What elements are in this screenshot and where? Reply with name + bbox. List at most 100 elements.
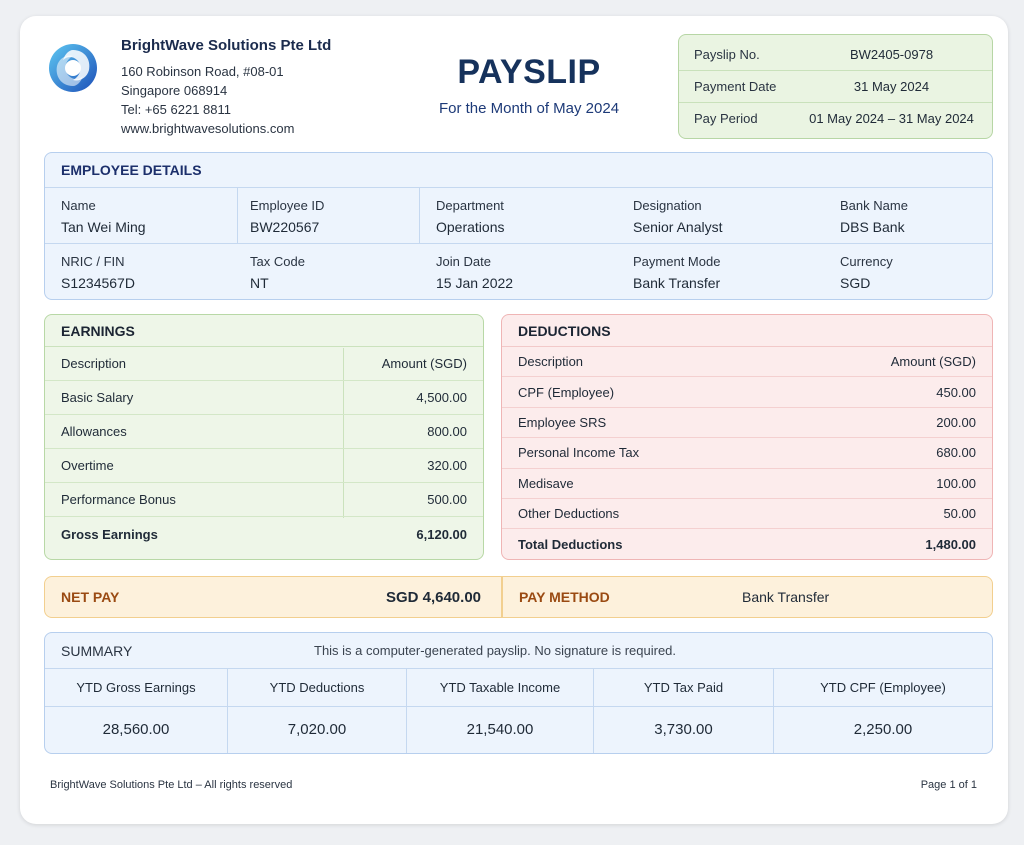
net-pay-box: NET PAY SGD 4,640.00 <box>44 576 502 618</box>
table-row: Performance Bonus 500.00 <box>45 483 483 517</box>
row-description: Allowances <box>61 424 127 439</box>
row-amount: 320.00 <box>427 458 467 473</box>
row-amount: 500.00 <box>427 492 467 507</box>
meta-value: 31 May 2024 <box>853 79 930 94</box>
row-description: Basic Salary <box>61 390 134 405</box>
row-amount: 4,500.00 <box>416 390 467 405</box>
field-label: Bank Name <box>840 198 908 213</box>
field-label: Designation <box>633 198 702 213</box>
payslip-meta-box: Payslip No. BW2405-0978 Payment Date 31 … <box>678 34 993 139</box>
field-value: Operations <box>436 219 505 235</box>
row-description: Other Deductions <box>518 506 620 522</box>
row-description: Personal Income Tax <box>518 445 640 461</box>
summary-value: 7,020.00 <box>287 721 347 738</box>
summary-label: YTD Deductions <box>228 669 406 707</box>
field-label: Join Date <box>436 254 491 269</box>
summary-ytd-cpf: YTD CPF (Employee) 2,250.00 <box>774 669 992 753</box>
title-block: PAYSLIP For the Month of May 2024 <box>400 52 658 117</box>
footer-page-number: Page 1 of 1 <box>920 779 977 791</box>
earnings-total-row: Gross Earnings 6,120.00 <box>45 517 483 551</box>
summary-value: 28,560.00 <box>102 721 170 738</box>
table-row: Employee SRS 200.00 <box>502 408 992 439</box>
field-currency: Currency SGD <box>840 254 893 291</box>
summary-value: 2,250.00 <box>853 721 913 738</box>
summary-header: SUMMARY This is a computer-generated pay… <box>45 633 992 669</box>
total-label: Gross Earnings <box>61 526 158 542</box>
summary-note: This is a computer-generated payslip. No… <box>314 643 677 658</box>
deductions-total-row: Total Deductions 1,480.00 <box>502 529 992 559</box>
company-name: BrightWave Solutions Pte Ltd <box>121 37 332 54</box>
table-row: Basic Salary 4,500.00 <box>45 381 483 415</box>
column-header-description: Description <box>61 356 127 371</box>
column-header-amount: Amount (SGD) <box>381 356 467 371</box>
company-info: BrightWave Solutions Pte Ltd 160 Robinso… <box>121 37 331 138</box>
row-amount: 200.00 <box>936 414 976 430</box>
field-join-date: Join Date 15 Jan 2022 <box>436 254 513 291</box>
meta-row-pay-period: Pay Period 01 May 2024 – 31 May 2024 <box>679 102 992 134</box>
net-pay-label: NET PAY <box>61 589 120 605</box>
row-description: Performance Bonus <box>61 492 176 507</box>
meta-label: Payslip No. <box>694 46 760 62</box>
summary-label: YTD Taxable Income <box>407 669 593 707</box>
employee-details-heading: EMPLOYEE DETAILS <box>45 153 992 188</box>
table-row: Overtime 320.00 <box>45 449 483 483</box>
field-employee-id: Employee ID BW220567 <box>250 198 324 235</box>
field-label: Tax Code <box>250 254 305 269</box>
field-tax-code: Tax Code NT <box>250 254 305 291</box>
meta-row-payment-date: Payment Date 31 May 2024 <box>679 70 992 102</box>
page-title: PAYSLIP <box>457 53 601 91</box>
summary-section: SUMMARY This is a computer-generated pay… <box>44 632 993 754</box>
field-value: Senior Analyst <box>633 219 723 235</box>
field-value: SGD <box>840 275 871 291</box>
row-description: Employee SRS <box>518 414 607 430</box>
deductions-section: DEDUCTIONS Description Amount (SGD) CPF … <box>501 314 993 560</box>
table-row: CPF (Employee) 450.00 <box>502 377 992 408</box>
pay-method-value: Bank Transfer <box>742 589 830 605</box>
field-value: DBS Bank <box>840 219 905 235</box>
meta-value: BW2405-0978 <box>849 46 934 62</box>
table-row: Medisave 100.00 <box>502 469 992 499</box>
earnings-section: EARNINGS Description Amount (SGD) Basic … <box>44 314 484 560</box>
row-description: Overtime <box>61 458 114 473</box>
summary-ytd-taxable: YTD Taxable Income 21,540.00 <box>407 669 594 753</box>
field-value: 15 Jan 2022 <box>436 275 514 291</box>
table-row: Allowances 800.00 <box>45 415 483 449</box>
field-designation: Designation Senior Analyst <box>633 198 723 235</box>
footer-copyright: BrightWave Solutions Pte Ltd – All right… <box>50 779 293 791</box>
field-label: Currency <box>840 254 893 269</box>
row-description: Medisave <box>518 475 574 491</box>
field-label: Name <box>61 198 96 213</box>
meta-label: Payment Date <box>694 79 777 94</box>
meta-row-payslip-no: Payslip No. BW2405-0978 <box>679 38 992 70</box>
summary-ytd-gross: YTD Gross Earnings 28,560.00 <box>45 669 228 753</box>
earnings-heading: EARNINGS <box>45 315 483 347</box>
table-row: Personal Income Tax 680.00 <box>502 438 992 469</box>
field-label: Payment Mode <box>633 254 721 269</box>
row-amount: 450.00 <box>936 384 976 400</box>
meta-label: Pay Period <box>694 111 758 126</box>
pay-method-box: PAY METHOD Bank Transfer <box>502 576 993 618</box>
company-website: www.brightwavesolutions.com <box>121 121 295 136</box>
summary-ytd-tax-paid: YTD Tax Paid 3,730.00 <box>594 669 774 753</box>
field-name: Name Tan Wei Ming <box>61 198 146 235</box>
column-header-amount: Amount (SGD) <box>890 354 976 370</box>
total-amount: 6,120.00 <box>416 526 467 542</box>
row-amount: 100.00 <box>936 475 976 491</box>
field-payment-mode: Payment Mode Bank Transfer <box>633 254 720 291</box>
field-value: NT <box>250 275 269 291</box>
deductions-heading: DEDUCTIONS <box>502 315 992 347</box>
field-value: Tan Wei Ming <box>61 219 146 235</box>
pay-method-label: PAY METHOD <box>519 589 610 605</box>
summary-label: YTD CPF (Employee) <box>774 669 992 707</box>
employee-details-section: EMPLOYEE DETAILS Name Tan Wei Ming Emplo… <box>44 152 993 300</box>
field-label: Employee ID <box>250 198 325 213</box>
field-department: Department Operations <box>436 198 504 235</box>
earnings-header-row: Description Amount (SGD) <box>45 347 483 381</box>
page-subtitle: For the Month of May 2024 <box>438 100 620 117</box>
field-label: Department <box>436 198 504 213</box>
swirl-logo-icon <box>47 42 99 94</box>
field-bank-name: Bank Name DBS Bank <box>840 198 908 235</box>
table-row: Other Deductions 50.00 <box>502 499 992 530</box>
divider <box>237 188 238 243</box>
field-label: NRIC / FIN <box>61 254 125 269</box>
